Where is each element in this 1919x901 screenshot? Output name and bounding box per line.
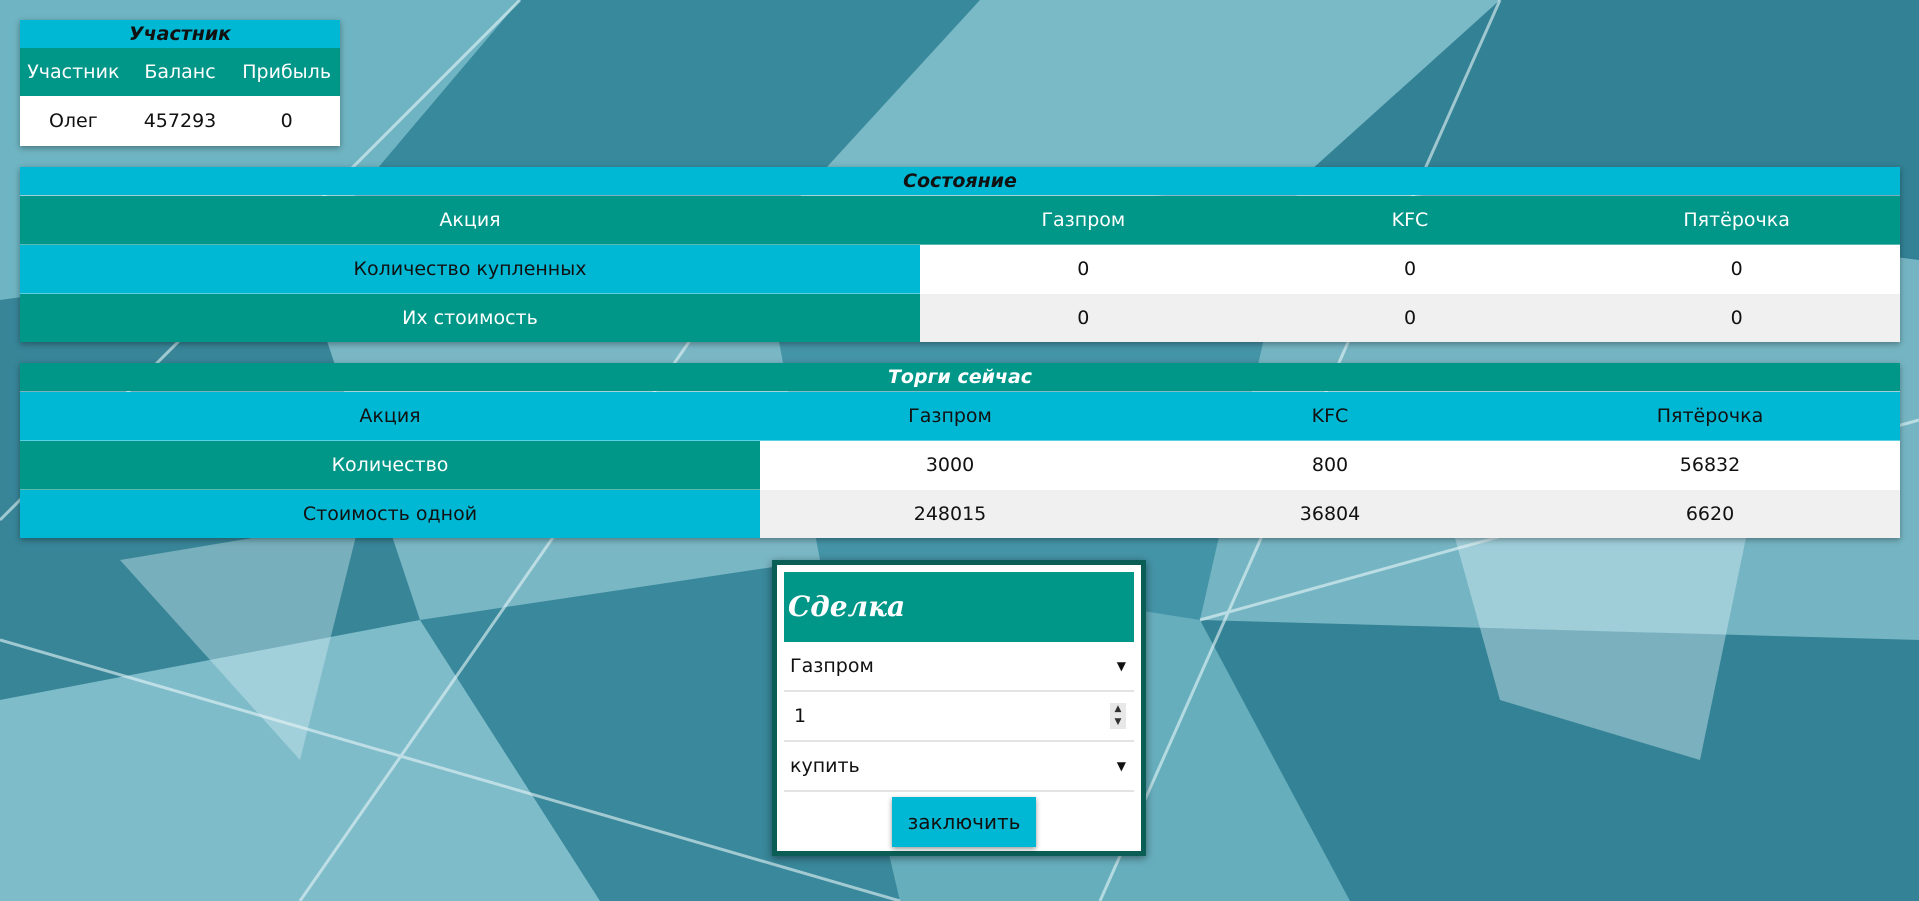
stepper-up-icon[interactable]: ▲ xyxy=(1110,703,1126,716)
stock-select[interactable]: Газпром ▼ xyxy=(784,642,1134,692)
deal-form: Сделка Газпром ▼ 1 ▲ ▼ купить ▼ заключит… xyxy=(772,560,1146,856)
trading-header-pyaterochka: Пятёрочка xyxy=(1520,391,1900,441)
action-select[interactable]: купить ▼ xyxy=(784,742,1134,792)
state-row-label: Количество купленных xyxy=(20,244,920,294)
trading-cell: 6620 xyxy=(1520,489,1900,538)
trading-row-label: Стоимость одной xyxy=(20,489,760,538)
state-table: Акция Газпром KFC Пятёрочка Количество к… xyxy=(20,195,1900,342)
trading-cell: 36804 xyxy=(1140,489,1520,538)
trading-header-row: Акция Газпром KFC Пятёрочка xyxy=(20,391,1900,441)
participant-header-row: Участник Баланс Прибыль xyxy=(20,48,340,96)
quantity-input[interactable]: 1 ▲ ▼ xyxy=(784,692,1134,742)
participant-panel: Участник Участник Баланс Прибыль Олег 45… xyxy=(20,20,340,146)
state-cell: 0 xyxy=(1246,293,1574,342)
deal-title: Сделка xyxy=(784,572,1134,642)
participant-title: Участник xyxy=(20,20,340,48)
state-cell: 0 xyxy=(1246,244,1574,294)
trading-row-price: Стоимость одной 248015 36804 6620 xyxy=(20,489,1900,538)
trading-cell: 56832 xyxy=(1520,440,1900,490)
participant-profit: 0 xyxy=(233,96,340,146)
state-row-cost: Их стоимость 0 0 0 xyxy=(20,293,1900,342)
state-cell: 0 xyxy=(1573,293,1900,342)
submit-deal-button[interactable]: заключить xyxy=(892,797,1036,847)
col-balance: Баланс xyxy=(144,61,216,83)
action-select-value: купить xyxy=(790,755,860,777)
state-title: Состояние xyxy=(20,167,1900,195)
col-participant: Участник xyxy=(27,61,120,83)
trading-row-quantity: Количество 3000 800 56832 xyxy=(20,440,1900,490)
trading-cell: 3000 xyxy=(760,440,1140,490)
participant-balance: 457293 xyxy=(126,96,234,146)
trading-cell: 248015 xyxy=(760,489,1140,538)
trading-header-stock: Акция xyxy=(20,391,760,441)
participant-value-row: Олег 457293 0 xyxy=(20,96,340,146)
state-header-pyaterochka: Пятёрочка xyxy=(1573,195,1900,245)
stock-select-value: Газпром xyxy=(790,655,874,677)
quantity-value: 1 xyxy=(794,705,807,727)
chevron-down-icon: ▼ xyxy=(1116,659,1126,673)
state-header-kfc: KFC xyxy=(1246,195,1574,245)
quantity-stepper[interactable]: ▲ ▼ xyxy=(1110,703,1126,729)
trading-header-kfc: KFC xyxy=(1140,391,1520,441)
trading-header-gazprom: Газпром xyxy=(760,391,1140,441)
state-cell: 0 xyxy=(1573,244,1900,294)
state-row-bought: Количество купленных 0 0 0 xyxy=(20,244,1900,294)
trading-title: Торги сейчас xyxy=(20,363,1900,391)
state-header-row: Акция Газпром KFC Пятёрочка xyxy=(20,195,1900,245)
col-profit: Прибыль xyxy=(242,61,332,83)
trading-panel: Торги сейчас Акция Газпром KFC Пятёрочка… xyxy=(20,363,1900,538)
stepper-down-icon[interactable]: ▼ xyxy=(1110,716,1126,729)
trading-table: Акция Газпром KFC Пятёрочка Количество 3… xyxy=(20,391,1900,538)
state-cell: 0 xyxy=(920,293,1247,342)
state-header-gazprom: Газпром xyxy=(920,195,1247,245)
state-header-stock: Акция xyxy=(20,195,920,245)
participant-name: Олег xyxy=(20,96,127,146)
trading-row-label: Количество xyxy=(20,440,760,490)
state-cell: 0 xyxy=(920,244,1247,294)
chevron-down-icon: ▼ xyxy=(1116,759,1126,773)
trading-cell: 800 xyxy=(1140,440,1520,490)
state-row-label: Их стоимость xyxy=(20,293,920,342)
participant-table: Участник Баланс Прибыль Олег 457293 0 xyxy=(20,48,340,146)
state-panel: Состояние Акция Газпром KFC Пятёрочка Ко… xyxy=(20,167,1900,342)
